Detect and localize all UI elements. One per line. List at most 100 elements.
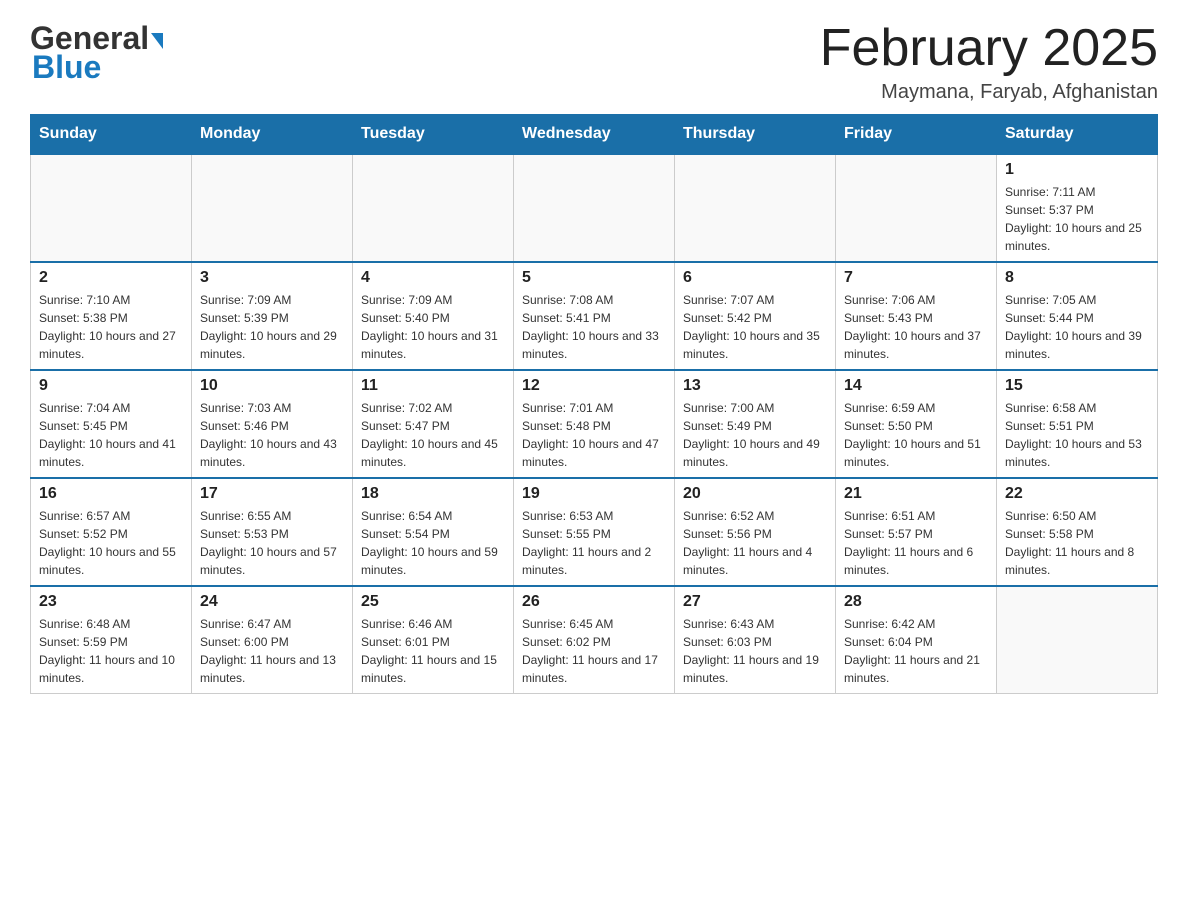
- weekday-header-thursday: Thursday: [675, 115, 836, 155]
- week-row-5: 23 Sunrise: 6:48 AMSunset: 5:59 PMDayligh…: [31, 586, 1158, 694]
- calendar-cell: [836, 154, 997, 262]
- week-row-1: 1Sunrise: 7:11 AMSunset: 5:37 PMDaylight…: [31, 154, 1158, 262]
- calendar-cell: 24 Sunrise: 6:47 AMSunset: 6:00 PMDayligh…: [192, 586, 353, 694]
- day-info: Sunrise: 7:04 AMSunset: 5:45 PMDaylight:…: [39, 399, 183, 471]
- logo-triangle-icon: [151, 33, 163, 49]
- day-info: Sunrise: 6:51 AMSunset: 5:57 PMDaylight:…: [844, 507, 988, 579]
- day-number: 8: [1005, 269, 1149, 287]
- weekday-header-tuesday: Tuesday: [353, 115, 514, 155]
- calendar-cell: 9 Sunrise: 7:04 AMSunset: 5:45 PMDaylight…: [31, 370, 192, 478]
- calendar-cell: 23 Sunrise: 6:48 AMSunset: 5:59 PMDayligh…: [31, 586, 192, 694]
- calendar-cell: 13 Sunrise: 7:00 AMSunset: 5:49 PMDayligh…: [675, 370, 836, 478]
- calendar-cell: 15 Sunrise: 6:58 AMSunset: 5:51 PMDayligh…: [997, 370, 1158, 478]
- day-number: 20: [683, 485, 827, 503]
- calendar-cell: 5 Sunrise: 7:08 AMSunset: 5:41 PMDaylight…: [514, 262, 675, 370]
- calendar-cell: 25 Sunrise: 6:46 AMSunset: 6:01 PMDayligh…: [353, 586, 514, 694]
- calendar-cell: 28Sunrise: 6:42 AMSunset: 6:04 PMDayligh…: [836, 586, 997, 694]
- calendar-cell: 4 Sunrise: 7:09 AMSunset: 5:40 PMDaylight…: [353, 262, 514, 370]
- week-row-3: 9 Sunrise: 7:04 AMSunset: 5:45 PMDaylight…: [31, 370, 1158, 478]
- calendar-cell: 21 Sunrise: 6:51 AMSunset: 5:57 PMDayligh…: [836, 478, 997, 586]
- day-number: 25: [361, 593, 505, 611]
- day-info: Sunrise: 7:00 AMSunset: 5:49 PMDaylight:…: [683, 399, 827, 471]
- calendar-cell: 3Sunrise: 7:09 AMSunset: 5:39 PMDaylight…: [192, 262, 353, 370]
- day-number: 4: [361, 269, 505, 287]
- calendar-cell: 26 Sunrise: 6:45 AMSunset: 6:02 PMDayligh…: [514, 586, 675, 694]
- weekday-header-saturday: Saturday: [997, 115, 1158, 155]
- day-number: 24: [200, 593, 344, 611]
- calendar-cell: 12 Sunrise: 7:01 AMSunset: 5:48 PMDayligh…: [514, 370, 675, 478]
- calendar-cell: 27 Sunrise: 6:43 AMSunset: 6:03 PMDayligh…: [675, 586, 836, 694]
- day-info: Sunrise: 7:08 AMSunset: 5:41 PMDaylight:…: [522, 291, 666, 363]
- day-number: 28: [844, 593, 988, 611]
- day-number: 12: [522, 377, 666, 395]
- day-number: 10: [200, 377, 344, 395]
- title-block: February 2025 Maymana, Faryab, Afghanist…: [820, 20, 1158, 104]
- weekday-header-wednesday: Wednesday: [514, 115, 675, 155]
- calendar-cell: 1Sunrise: 7:11 AMSunset: 5:37 PMDaylight…: [997, 154, 1158, 262]
- day-info: Sunrise: 7:05 AMSunset: 5:44 PMDaylight:…: [1005, 291, 1149, 363]
- day-number: 5: [522, 269, 666, 287]
- calendar-table: SundayMondayTuesdayWednesdayThursdayFrid…: [30, 114, 1158, 694]
- day-number: 19: [522, 485, 666, 503]
- day-number: 27: [683, 593, 827, 611]
- calendar-cell: [192, 154, 353, 262]
- calendar-cell: 17 Sunrise: 6:55 AMSunset: 5:53 PMDayligh…: [192, 478, 353, 586]
- day-number: 26: [522, 593, 666, 611]
- day-number: 2: [39, 269, 183, 287]
- day-info: Sunrise: 6:48 AMSunset: 5:59 PMDaylight:…: [39, 615, 183, 687]
- calendar-cell: 11 Sunrise: 7:02 AMSunset: 5:47 PMDayligh…: [353, 370, 514, 478]
- day-info: Sunrise: 6:47 AMSunset: 6:00 PMDaylight:…: [200, 615, 344, 687]
- day-number: 22: [1005, 485, 1149, 503]
- day-number: 23: [39, 593, 183, 611]
- day-info: Sunrise: 6:58 AMSunset: 5:51 PMDaylight:…: [1005, 399, 1149, 471]
- calendar-cell: 6Sunrise: 7:07 AMSunset: 5:42 PMDaylight…: [675, 262, 836, 370]
- day-info: Sunrise: 6:45 AMSunset: 6:02 PMDaylight:…: [522, 615, 666, 687]
- day-info: Sunrise: 7:11 AMSunset: 5:37 PMDaylight:…: [1005, 183, 1149, 255]
- calendar-header-row: SundayMondayTuesdayWednesdayThursdayFrid…: [31, 115, 1158, 155]
- day-number: 21: [844, 485, 988, 503]
- calendar-cell: [353, 154, 514, 262]
- day-info: Sunrise: 6:57 AMSunset: 5:52 PMDaylight:…: [39, 507, 183, 579]
- calendar-cell: 8 Sunrise: 7:05 AMSunset: 5:44 PMDaylight…: [997, 262, 1158, 370]
- day-info: Sunrise: 7:09 AMSunset: 5:40 PMDaylight:…: [361, 291, 505, 363]
- calendar-cell: 20 Sunrise: 6:52 AMSunset: 5:56 PMDayligh…: [675, 478, 836, 586]
- day-info: Sunrise: 6:55 AMSunset: 5:53 PMDaylight:…: [200, 507, 344, 579]
- calendar-cell: 19 Sunrise: 6:53 AMSunset: 5:55 PMDayligh…: [514, 478, 675, 586]
- day-info: Sunrise: 6:59 AMSunset: 5:50 PMDaylight:…: [844, 399, 988, 471]
- day-info: Sunrise: 6:52 AMSunset: 5:56 PMDaylight:…: [683, 507, 827, 579]
- day-number: 14: [844, 377, 988, 395]
- day-info: Sunrise: 6:43 AMSunset: 6:03 PMDaylight:…: [683, 615, 827, 687]
- logo: General Blue: [30, 20, 163, 86]
- day-info: Sunrise: 7:09 AMSunset: 5:39 PMDaylight:…: [200, 291, 344, 363]
- calendar-cell: [514, 154, 675, 262]
- logo-blue: Blue: [32, 49, 101, 86]
- day-number: 11: [361, 377, 505, 395]
- page-header: General Blue February 2025 Maymana, Fary…: [30, 20, 1158, 104]
- day-info: Sunrise: 7:07 AMSunset: 5:42 PMDaylight:…: [683, 291, 827, 363]
- day-number: 13: [683, 377, 827, 395]
- day-number: 15: [1005, 377, 1149, 395]
- day-number: 7: [844, 269, 988, 287]
- weekday-header-friday: Friday: [836, 115, 997, 155]
- day-info: Sunrise: 6:46 AMSunset: 6:01 PMDaylight:…: [361, 615, 505, 687]
- day-info: Sunrise: 6:54 AMSunset: 5:54 PMDaylight:…: [361, 507, 505, 579]
- day-info: Sunrise: 7:01 AMSunset: 5:48 PMDaylight:…: [522, 399, 666, 471]
- day-info: Sunrise: 6:50 AMSunset: 5:58 PMDaylight:…: [1005, 507, 1149, 579]
- day-info: Sunrise: 7:03 AMSunset: 5:46 PMDaylight:…: [200, 399, 344, 471]
- day-number: 9: [39, 377, 183, 395]
- calendar-cell: 22 Sunrise: 6:50 AMSunset: 5:58 PMDayligh…: [997, 478, 1158, 586]
- weekday-header-monday: Monday: [192, 115, 353, 155]
- week-row-2: 2Sunrise: 7:10 AMSunset: 5:38 PMDaylight…: [31, 262, 1158, 370]
- week-row-4: 16 Sunrise: 6:57 AMSunset: 5:52 PMDayligh…: [31, 478, 1158, 586]
- weekday-header-sunday: Sunday: [31, 115, 192, 155]
- calendar-cell: [31, 154, 192, 262]
- calendar-cell: 14 Sunrise: 6:59 AMSunset: 5:50 PMDayligh…: [836, 370, 997, 478]
- day-info: Sunrise: 6:53 AMSunset: 5:55 PMDaylight:…: [522, 507, 666, 579]
- calendar-cell: 18Sunrise: 6:54 AMSunset: 5:54 PMDayligh…: [353, 478, 514, 586]
- calendar-cell: 10 Sunrise: 7:03 AMSunset: 5:46 PMDayligh…: [192, 370, 353, 478]
- day-number: 16: [39, 485, 183, 503]
- calendar-cell: 2Sunrise: 7:10 AMSunset: 5:38 PMDaylight…: [31, 262, 192, 370]
- calendar-cell: 7Sunrise: 7:06 AMSunset: 5:43 PMDaylight…: [836, 262, 997, 370]
- day-info: Sunrise: 7:02 AMSunset: 5:47 PMDaylight:…: [361, 399, 505, 471]
- day-number: 17: [200, 485, 344, 503]
